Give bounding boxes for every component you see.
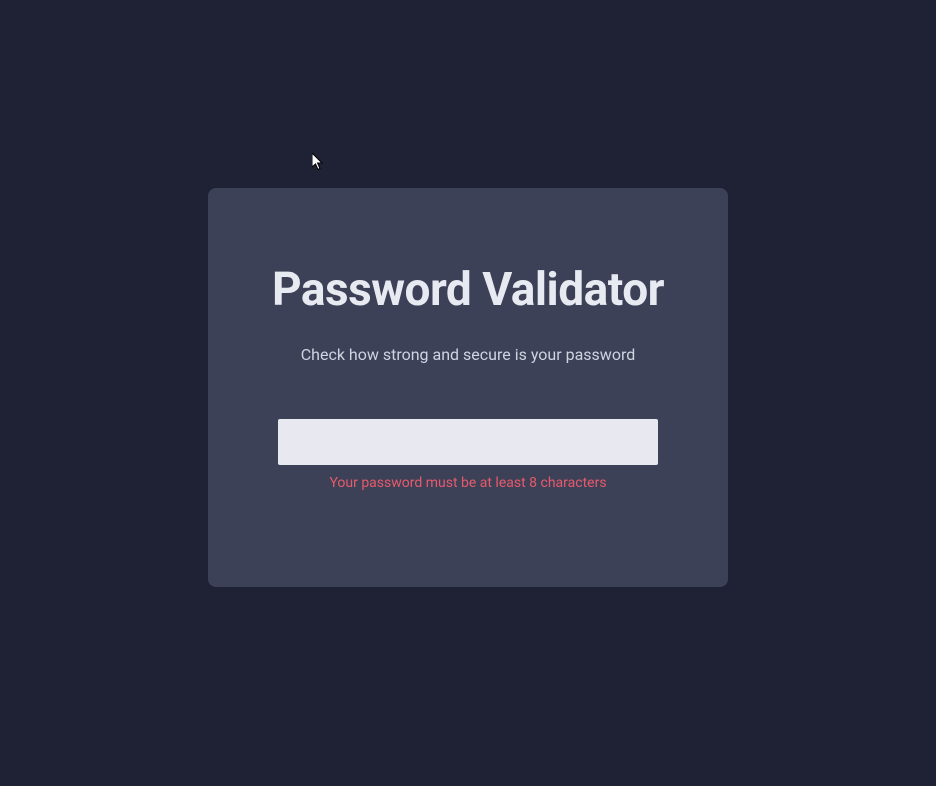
page-subtitle: Check how strong and secure is your pass… (301, 345, 636, 364)
page-title: Password Validator (272, 263, 664, 317)
error-message: Your password must be at least 8 charact… (329, 475, 606, 491)
cursor-icon (312, 153, 326, 171)
password-input[interactable] (278, 419, 658, 465)
password-validator-card: Password Validator Check how strong and … (208, 188, 728, 587)
